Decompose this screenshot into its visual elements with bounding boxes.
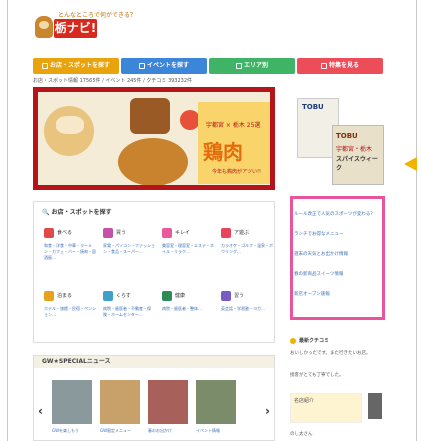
gw-caption[interactable]: 春のお出かけ — [148, 428, 172, 434]
reviewer-name[interactable]: のし太さん — [290, 432, 382, 438]
review-text[interactable]: おいしかったです。また行きたいお店。 — [290, 351, 382, 357]
calendar-icon — [138, 62, 145, 69]
site-logo[interactable]: 栃ナビ! — [54, 19, 97, 38]
map-icon — [235, 62, 242, 69]
nav-features-button[interactable]: 特集を見る — [297, 58, 383, 74]
review-box[interactable]: 名店紹介 — [290, 393, 362, 423]
gw-title: GW★SPECIALニュース — [34, 356, 274, 368]
pointer-arrow-icon — [404, 157, 417, 171]
category-buy[interactable]: 買う 家電・パソコン・ファッション・食品・スーパー… — [103, 222, 155, 255]
category-live[interactable]: くらす 病院・歯医者・不動産・保険・ホームセンター… — [103, 285, 155, 318]
news-item[interactable]: 春の新商品スイーツ情報 — [294, 272, 382, 278]
carousel-prev-icon[interactable]: ‹ — [38, 404, 43, 418]
stay-icon — [44, 290, 54, 301]
category-beauty[interactable]: キレイ 美容室・理容室・エステ・ネイル・リラク… — [162, 222, 214, 255]
site-tagline: とんなところで何ができる？ — [58, 12, 136, 19]
ad-magazine[interactable]: TOBU 宇都宮・栃木 スパイスウィーク — [332, 125, 384, 185]
shop-icon — [41, 62, 48, 69]
gw-caption[interactable]: GWを楽しもう — [52, 428, 79, 434]
review-text[interactable]: 接客がとても丁寧でした。 — [290, 373, 382, 379]
gw-thumb[interactable] — [196, 380, 236, 424]
hero-title: 鶏肉 — [203, 140, 243, 164]
gw-caption[interactable]: イベント情報 — [196, 428, 220, 434]
skewer-image — [130, 98, 170, 134]
nav-events-button[interactable]: イベントを探す — [121, 58, 207, 74]
gw-thumb[interactable] — [148, 380, 188, 424]
nav-area-button[interactable]: エリア別 — [209, 58, 295, 74]
gw-caption[interactable]: GW限定メニュー — [100, 428, 131, 434]
hero-subtitle: 宇都宮 × 栃木 25選 — [206, 122, 261, 129]
category-play[interactable]: ア遊ぶ カラオケ・ゴルフ・温泉・ボウリング… — [221, 222, 273, 255]
gw-thumb[interactable] — [100, 380, 140, 424]
carousel-next-icon[interactable]: › — [265, 404, 270, 418]
news-item[interactable]: ランチでお得なメニュー — [294, 232, 382, 238]
food-image — [44, 106, 94, 156]
reviews-section-title: 最新クチコミ — [290, 337, 329, 344]
buy-icon — [103, 227, 113, 238]
badge-icon — [180, 110, 200, 130]
search-title: 🔍 お店・スポットを探す — [42, 209, 112, 216]
play-icon — [221, 227, 231, 238]
feature-icon — [320, 62, 327, 69]
review-image[interactable] — [368, 393, 382, 419]
gw-thumb[interactable] — [52, 380, 92, 424]
news-item[interactable]: ルール改正で人気のスポーツが変わる？ — [294, 212, 382, 218]
site-stats: お店・スポット情報 17565件 / イベント 245件 / クチコミ 3932… — [33, 78, 193, 84]
beauty-icon — [162, 227, 172, 238]
health-icon — [162, 290, 172, 301]
eat-icon — [44, 227, 54, 238]
hero-banner[interactable]: 宇都宮 × 栃木 25選 鶏肉 今年も鶏肉がアツい!! — [33, 87, 275, 190]
hero-note: 今年も鶏肉がアツい!! — [212, 169, 262, 175]
learn-icon — [221, 290, 231, 301]
news-item[interactable]: 週末の天気とお出かけ情報 — [294, 252, 382, 258]
category-learn[interactable]: 習う 英会話・学習塾・ヨガ… — [221, 285, 273, 312]
nav-shops-button[interactable]: お店・スポットを探す — [33, 58, 119, 74]
category-health[interactable]: 健康 病院・歯医者・整体… — [162, 285, 214, 312]
dish-image — [118, 138, 188, 185]
category-stay[interactable]: 泊まる ホテル・旅館・民宿・ペンション… — [44, 285, 96, 318]
mascot-icon — [35, 16, 53, 38]
live-icon — [103, 290, 113, 301]
news-item[interactable]: 新店オープン速報 — [294, 292, 382, 298]
category-eat[interactable]: 食べる 和食・洋食・中華・ラーメン・カフェ・バー・焼肉・居酒屋… — [44, 222, 96, 261]
